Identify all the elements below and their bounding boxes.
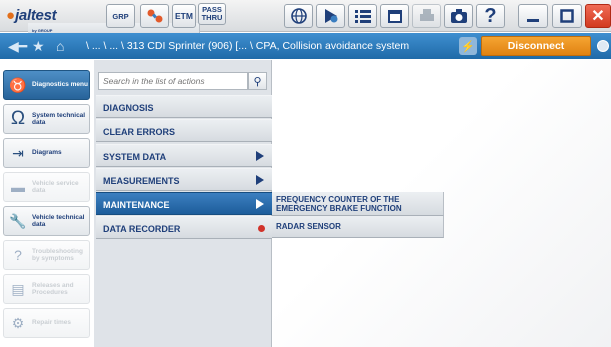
action-item-maintenance[interactable]: MAINTENANCE bbox=[96, 192, 272, 215]
releases-icon: ▤ bbox=[11, 280, 25, 297]
sidebar-item-vehicle-technical-data[interactable]: 🔧 Vehicle technical data bbox=[3, 206, 90, 236]
wrench-icon: 🔧 bbox=[9, 212, 27, 229]
sidebar-item-repair-times[interactable]: ⚙ Repair times bbox=[3, 308, 90, 338]
jaltest-logo: ●jaltest by GROUP bbox=[6, 7, 200, 39]
grp-button[interactable]: GRP bbox=[106, 4, 135, 28]
minimize-icon bbox=[527, 19, 539, 22]
calendar-icon bbox=[387, 10, 402, 23]
action-item-measurements[interactable]: MEASUREMENTS bbox=[96, 168, 272, 191]
camera-icon bbox=[450, 9, 467, 23]
sidebar-item-troubleshooting[interactable]: ? Troubleshooting by symptoms bbox=[3, 240, 90, 270]
close-button[interactable]: ✕ bbox=[585, 4, 611, 28]
service-icon: ▬ bbox=[11, 179, 25, 195]
list-button[interactable] bbox=[348, 4, 377, 28]
repair-icon: ⚙ bbox=[11, 314, 25, 331]
maximize-icon bbox=[560, 9, 574, 23]
navigation-bar: ◀━ ★ ⌂ \ ... \ ... \ 313 CDI Sprinter (9… bbox=[0, 33, 611, 59]
print-icon bbox=[419, 9, 434, 21]
minimize-button[interactable] bbox=[518, 4, 548, 28]
home-icon[interactable]: ⌂ bbox=[56, 38, 64, 54]
camera-button[interactable] bbox=[444, 4, 473, 28]
tools-icon bbox=[147, 9, 162, 23]
print-button[interactable] bbox=[412, 4, 441, 28]
recording-dot-icon bbox=[258, 225, 265, 232]
close-icon: ✕ bbox=[591, 8, 605, 25]
breadcrumb: \ ... \ ... \ 313 CDI Sprinter (906) [..… bbox=[86, 40, 410, 52]
search-button[interactable]: ⚲ bbox=[248, 72, 267, 90]
submenu-arrow-icon bbox=[256, 151, 264, 161]
troubleshooting-icon: ? bbox=[14, 247, 22, 263]
sidebar-item-releases-procedures[interactable]: ▤ Releases and Procedures bbox=[3, 274, 90, 304]
action-item-system-data[interactable]: SYSTEM DATA bbox=[96, 144, 272, 167]
action-item-data-recorder[interactable]: DATA RECORDER bbox=[96, 216, 272, 239]
diagram-icon: ⇥ bbox=[12, 144, 24, 161]
submenu-item-radar-sensor[interactable]: RADAR SENSOR bbox=[272, 216, 444, 238]
actions-list: ⚲ DIAGNOSIS CLEAR ERRORS SYSTEM DATA MEA… bbox=[94, 60, 272, 347]
calendar-button[interactable] bbox=[380, 4, 409, 28]
sidebar-item-diagnostics-menu[interactable]: ♉ Diagnostics menu bbox=[3, 70, 90, 100]
vehicle-button[interactable] bbox=[316, 4, 345, 28]
submenu-item-frequency-counter[interactable]: FREQUENCY COUNTER OF THE EMERGENCY BRAKE… bbox=[272, 192, 444, 216]
top-toolbar: ●jaltest by GROUP GRP ETM PASS THRU ? ✕ bbox=[0, 0, 611, 39]
submenu-arrow-icon bbox=[256, 199, 264, 209]
vehicle-icon bbox=[324, 9, 337, 23]
connection-plug-icon[interactable]: ⚡ bbox=[459, 37, 477, 55]
globe-button[interactable] bbox=[284, 4, 313, 28]
favorite-star-icon[interactable]: ★ bbox=[32, 38, 45, 54]
submenu-arrow-icon bbox=[256, 175, 264, 185]
action-item-clear-errors[interactable]: CLEAR ERRORS bbox=[96, 119, 272, 142]
globe-icon bbox=[290, 8, 307, 24]
etm-button[interactable]: ETM bbox=[172, 4, 196, 28]
left-sidebar: ♉ Diagnostics menu Ω System technical da… bbox=[0, 60, 92, 347]
sidebar-item-system-technical-data[interactable]: Ω System technical data bbox=[3, 104, 90, 134]
disconnect-button[interactable]: Disconnect bbox=[481, 36, 591, 56]
omega-icon: Ω bbox=[10, 108, 26, 129]
back-arrow-icon[interactable]: ◀━ bbox=[8, 38, 27, 54]
sidebar-item-vehicle-service-data[interactable]: ▬ Vehicle service data bbox=[3, 172, 90, 202]
tools-button[interactable] bbox=[140, 4, 169, 28]
sidebar-item-diagrams[interactable]: ⇥ Diagrams bbox=[3, 138, 90, 168]
help-icon: ? bbox=[484, 4, 497, 27]
diagnostics-icon: ♉ bbox=[9, 76, 27, 93]
search-icon: ⚲ bbox=[253, 75, 262, 88]
list-icon bbox=[354, 10, 371, 23]
help-button[interactable]: ? bbox=[476, 4, 505, 28]
status-indicator[interactable] bbox=[597, 40, 609, 52]
maximize-button[interactable] bbox=[552, 4, 582, 28]
pass-thru-button[interactable]: PASS THRU bbox=[198, 3, 226, 25]
action-item-diagnosis[interactable]: DIAGNOSIS bbox=[96, 95, 272, 118]
actions-search-input[interactable] bbox=[98, 72, 248, 90]
